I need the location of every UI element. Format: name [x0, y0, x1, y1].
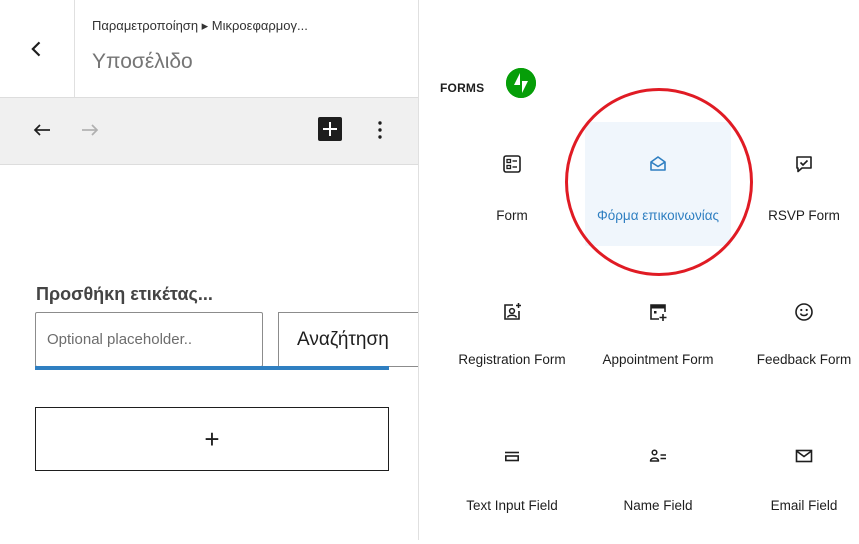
block-label: Appointment Form — [602, 352, 714, 367]
plus-icon — [323, 122, 337, 136]
search-button[interactable]: Αναζήτηση — [278, 312, 418, 367]
block-feedback-form[interactable]: Feedback Form — [731, 272, 859, 396]
block-name-field[interactable]: Name Field — [585, 420, 731, 544]
smiley-icon — [795, 303, 813, 321]
rsvp-check-icon — [796, 156, 812, 173]
page-title: Υποσέλιδο — [92, 50, 193, 73]
block-label: Registration Form — [458, 352, 566, 367]
sidebar-header: Παραμετροποίηση ▸ Μικροεφαρμογ... Υποσέλ… — [0, 0, 418, 97]
text-input-icon — [505, 451, 519, 462]
block-label: Form — [496, 208, 528, 223]
block-label: Text Input Field — [466, 498, 558, 513]
block-focus-indicator — [35, 366, 389, 370]
undo-button[interactable] — [31, 118, 55, 142]
block-label: Email Field — [770, 498, 838, 513]
block-contact-form[interactable]: Φόρμα επικοινωνίας — [585, 122, 731, 246]
undo-icon — [33, 124, 50, 136]
more-vertical-icon — [378, 121, 382, 139]
chevron-left-icon — [31, 41, 41, 56]
editor-toolbar — [0, 97, 418, 165]
jetpack-logo-icon — [506, 68, 536, 98]
category-title: FORMS — [440, 81, 485, 95]
block-appender-button[interactable]: + — [35, 407, 389, 471]
block-appointment-form[interactable]: Appointment Form — [585, 272, 731, 396]
add-block-button[interactable] — [318, 117, 342, 141]
breadcrumb[interactable]: Παραμετροποίηση ▸ Μικροεφαρμογ... — [92, 18, 308, 34]
calendar-plus-icon — [650, 304, 667, 321]
envelope-open-icon — [650, 156, 666, 171]
block-label: Name Field — [623, 498, 693, 513]
form-icon — [503, 155, 521, 173]
search-label[interactable]: Προσθήκη ετικέτας... — [36, 284, 213, 305]
block-form[interactable]: Form — [439, 122, 585, 246]
block-text-input-field[interactable]: Text Input Field — [439, 420, 585, 544]
block-label: RSVP Form — [768, 208, 840, 223]
registration-icon — [504, 303, 521, 320]
options-button[interactable] — [368, 118, 392, 142]
back-button[interactable] — [0, 0, 75, 97]
block-email-field[interactable]: Email Field — [731, 420, 859, 544]
search-input[interactable] — [35, 312, 263, 367]
redo-button[interactable] — [77, 118, 101, 142]
redo-icon — [82, 124, 99, 136]
block-registration-form[interactable]: Registration Form — [439, 272, 585, 396]
block-label: Φόρμα επικοινωνίας — [596, 208, 720, 223]
block-rsvp-form[interactable]: RSVP Form — [731, 122, 859, 246]
block-label: Feedback Form — [756, 352, 852, 367]
widget-editor-sidebar: Παραμετροποίηση ▸ Μικροεφαρμογ... Υποσέλ… — [0, 0, 419, 540]
name-field-icon — [649, 449, 666, 462]
envelope-icon — [795, 449, 813, 463]
